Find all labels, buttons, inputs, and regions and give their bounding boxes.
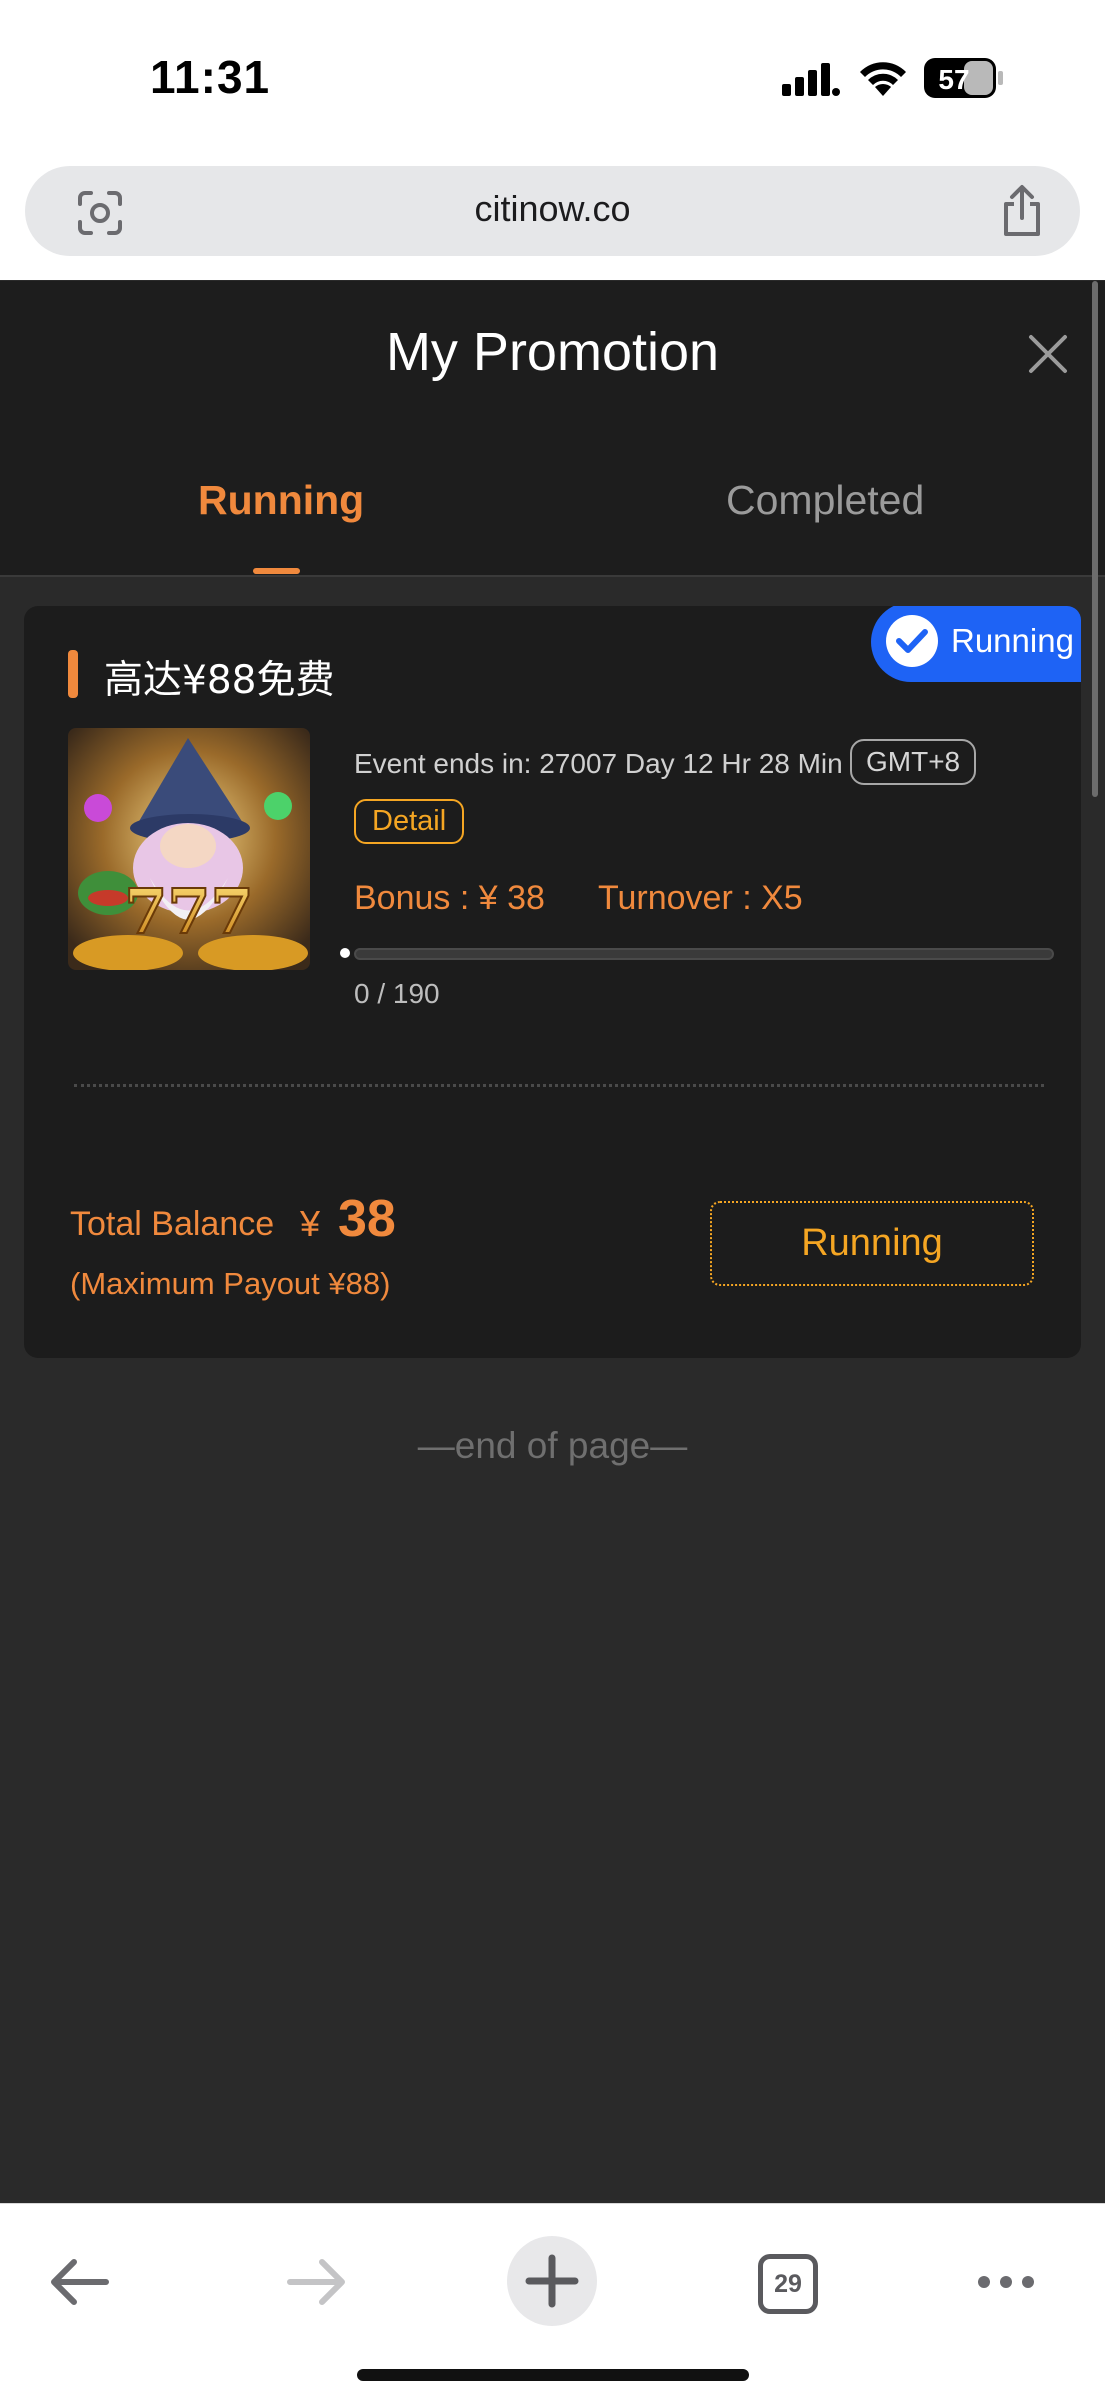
bonus-amount: Bonus : ¥ 38 xyxy=(354,879,545,917)
url-text[interactable]: citinow.co xyxy=(25,188,1080,230)
browser-toolbar: 29 xyxy=(0,2203,1105,2400)
end-of-page: —end of page— xyxy=(417,1425,688,1466)
battery-level: 57 xyxy=(938,64,969,95)
modal-header: My Promotion Running Completed xyxy=(0,281,1105,577)
progress-marker xyxy=(340,948,350,958)
title-accent-bar xyxy=(68,650,78,698)
signal-icon xyxy=(782,63,840,96)
promotion-thumbnail: 777 xyxy=(68,728,310,970)
promotion-modal: My Promotion Running Completed Running 高… xyxy=(0,281,1105,2203)
back-arrow-icon[interactable] xyxy=(48,2256,112,2308)
timezone-badge: GMT+8 xyxy=(850,739,977,785)
progress-bar xyxy=(354,948,1054,960)
tab-running[interactable]: Running xyxy=(198,477,364,524)
forward-arrow-icon[interactable] xyxy=(284,2256,348,2308)
total-balance-amount: 38 xyxy=(338,1190,396,1248)
url-bar[interactable]: citinow.co xyxy=(25,166,1080,256)
status-time: 11:31 xyxy=(150,51,271,103)
max-payout: (Maximum Payout ¥88) xyxy=(70,1266,391,1301)
home-indicator xyxy=(357,2369,749,2381)
promotion-card: Running 高达¥88免费 777 Event ends in: 27007… xyxy=(24,606,1081,1358)
turnover-multiplier: Turnover : X5 xyxy=(598,879,803,917)
status-badge-label: Running xyxy=(951,622,1074,659)
running-button[interactable]: Running xyxy=(710,1201,1034,1286)
status-bar: 11:31 57 xyxy=(0,0,1105,160)
modal-title: My Promotion xyxy=(385,322,720,382)
check-circle-icon xyxy=(886,615,938,667)
wifi-icon xyxy=(860,62,906,96)
status-badge: Running xyxy=(871,606,1081,682)
plus-icon xyxy=(525,2254,579,2308)
more-icon[interactable] xyxy=(976,2272,1036,2292)
close-icon[interactable] xyxy=(1025,331,1071,377)
divider xyxy=(74,1084,1044,1087)
scrollbar[interactable] xyxy=(1092,281,1098,797)
share-icon[interactable] xyxy=(998,184,1046,238)
battery-icon: 57 xyxy=(924,58,1003,98)
tab-completed[interactable]: Completed xyxy=(726,477,924,524)
page: 11:31 57 citinow.co My Promotion Running… xyxy=(0,0,1105,2400)
browser-address-area: citinow.co xyxy=(0,160,1105,280)
progress-text: 0 / 190 xyxy=(354,978,440,1009)
promotion-title: 高达¥88免费 xyxy=(104,658,335,703)
event-countdown: Event ends in: 27007 Day 12 Hr 28 Min xyxy=(354,748,843,779)
tab-count-button[interactable]: 29 xyxy=(758,2254,818,2314)
total-balance-currency: ¥ xyxy=(300,1203,321,1244)
detail-button[interactable]: Detail xyxy=(354,799,465,844)
active-tab-indicator xyxy=(253,568,300,574)
new-tab-button[interactable] xyxy=(507,2236,597,2326)
total-balance-label: Total Balance xyxy=(70,1205,275,1243)
